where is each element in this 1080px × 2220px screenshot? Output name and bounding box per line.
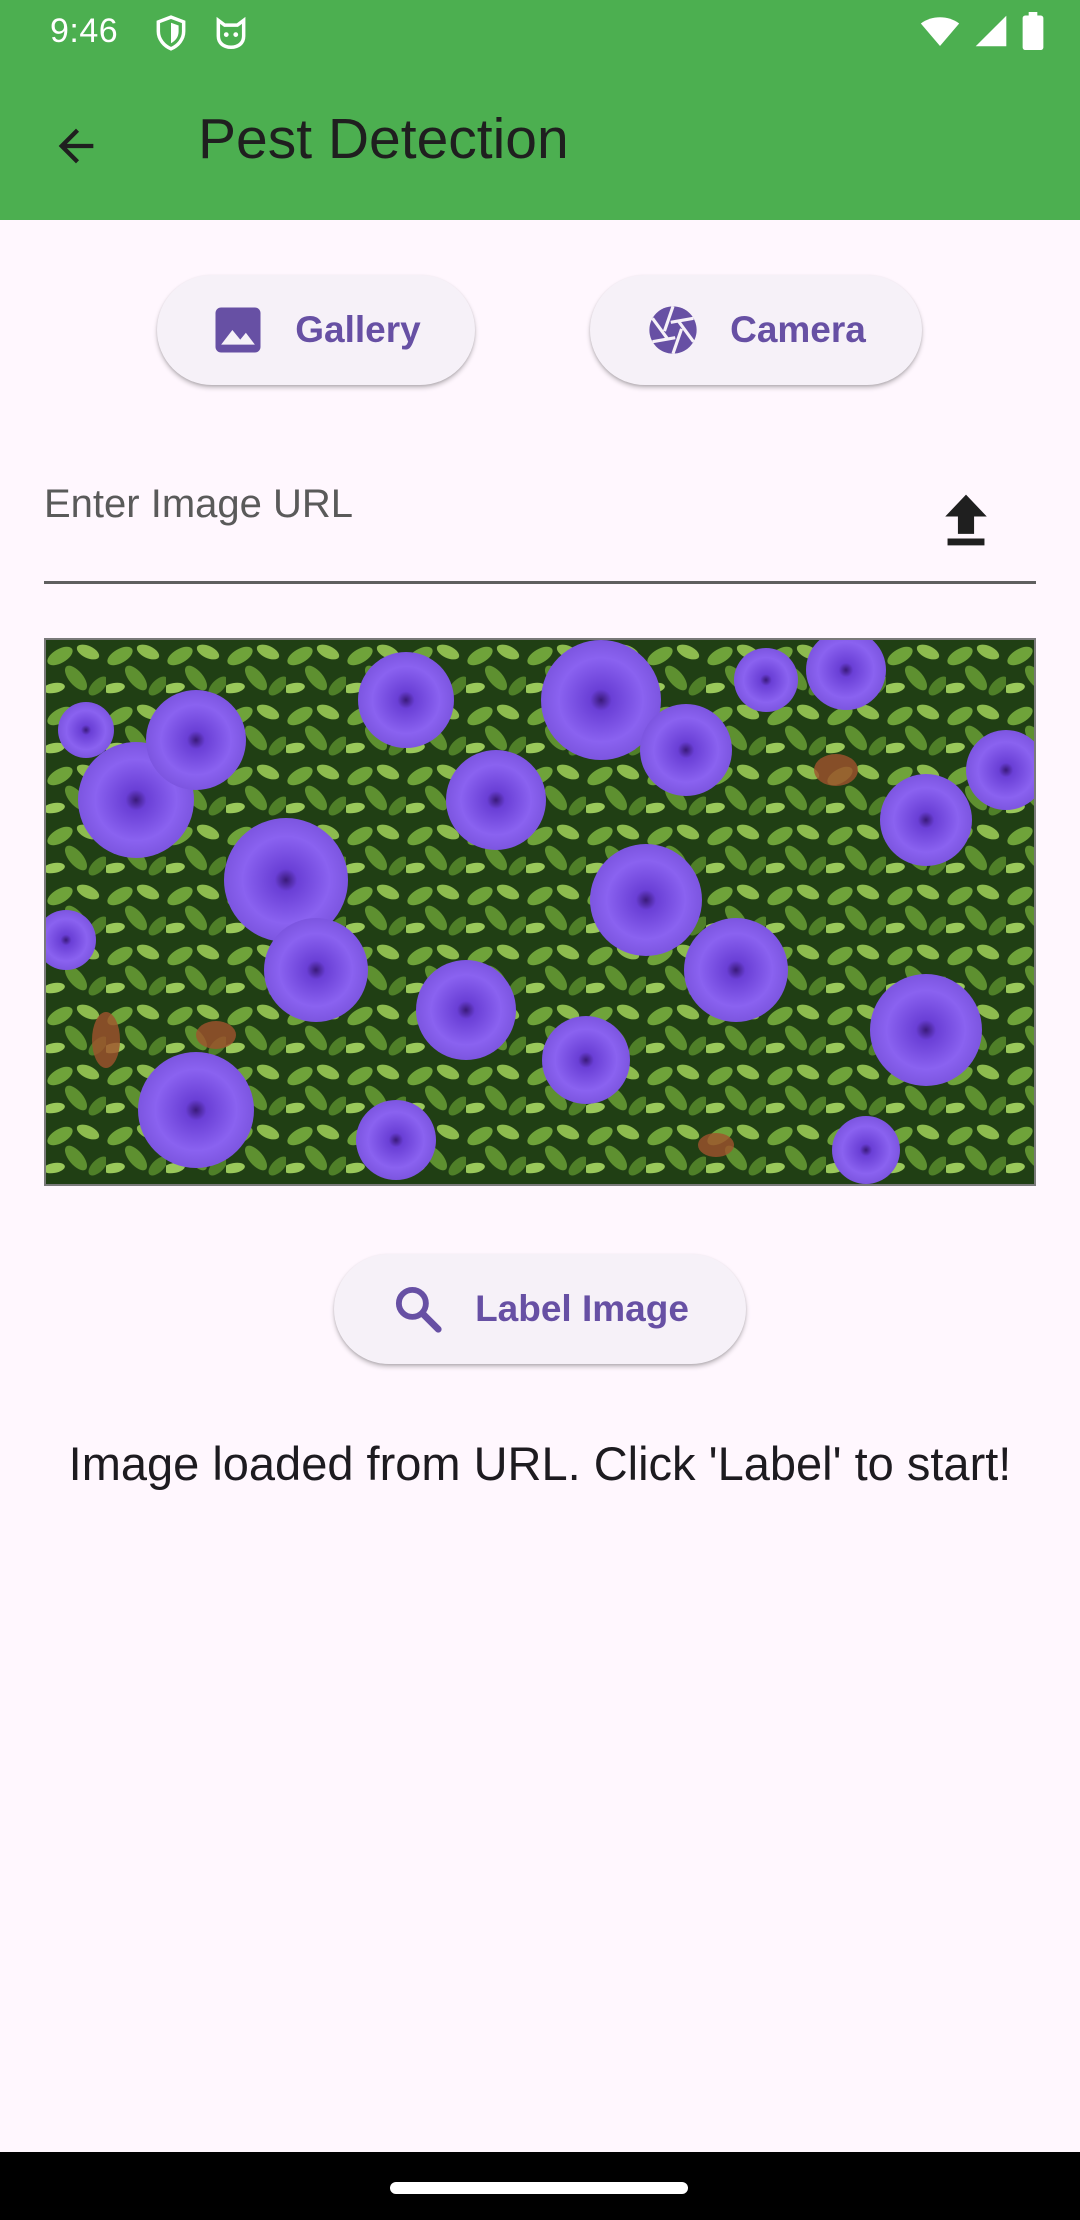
- status-right-icons: [920, 11, 1044, 55]
- shield-icon: [152, 14, 190, 52]
- navigation-bar: [0, 2152, 1080, 2220]
- wifi-icon: [920, 14, 960, 53]
- back-button[interactable]: [36, 108, 116, 188]
- status-message: Image loaded from URL. Click 'Label' to …: [68, 1437, 1012, 1490]
- camera-shutter-icon: [646, 303, 700, 357]
- image-icon: [211, 303, 265, 357]
- status-bar: 9:46: [0, 0, 1080, 66]
- petunia-flowers-image: [46, 640, 1034, 1184]
- gallery-button[interactable]: Gallery: [157, 275, 475, 385]
- page-title: Pest Detection: [198, 107, 569, 171]
- home-gesture-handle[interactable]: [390, 2182, 688, 2194]
- label-image-button[interactable]: Label Image: [334, 1254, 746, 1364]
- search-icon: [391, 1282, 445, 1336]
- image-preview: [44, 638, 1036, 1186]
- gallery-button-label: Gallery: [295, 309, 421, 350]
- status-time: 9:46: [50, 12, 119, 50]
- arrow-back-icon: [50, 120, 102, 177]
- image-url-placeholder[interactable]: Enter Image URL: [44, 482, 353, 527]
- app-bar: Pest Detection: [0, 66, 1080, 220]
- image-url-field[interactable]: Enter Image URL: [44, 460, 1036, 584]
- camera-button[interactable]: Camera: [590, 275, 922, 385]
- battery-icon: [1022, 11, 1044, 55]
- cat-face-icon: [212, 14, 250, 52]
- label-image-button-label: Label Image: [475, 1288, 689, 1329]
- upload-icon[interactable]: [938, 490, 994, 550]
- signal-icon: [974, 14, 1008, 53]
- camera-button-label: Camera: [730, 309, 866, 350]
